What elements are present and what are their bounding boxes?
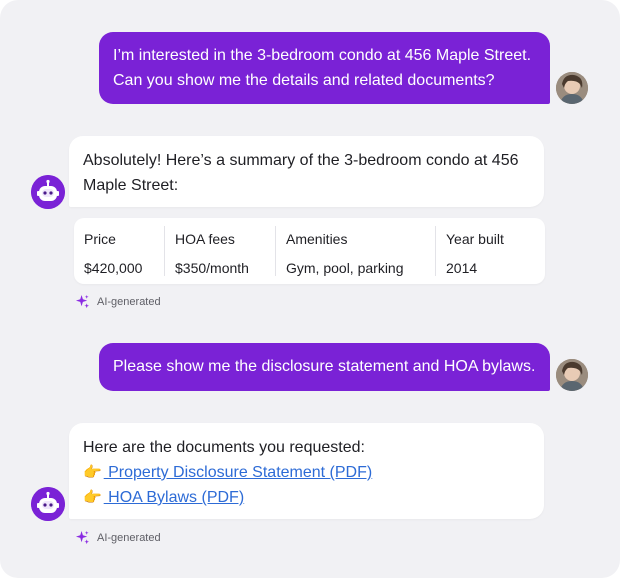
column-header: HOA fees <box>175 231 235 247</box>
bot-message-1-line-1: Absolutely! Here’s a summary of the 3-be… <box>83 152 519 169</box>
pointing-hand-icon: 👉 <box>83 464 102 481</box>
bot-avatar <box>31 487 65 521</box>
sparkle-icon <box>75 294 90 309</box>
sparkle-icon <box>75 530 90 545</box>
column-value: $350/month <box>175 260 249 276</box>
user-message-1-line-1: I’m interested in the 3-bedroom condo at… <box>113 47 532 64</box>
user-message-1: I’m interested in the 3-bedroom condo at… <box>99 32 550 104</box>
hoa-bylaws-link[interactable]: HOA Bylaws (PDF) <box>104 489 244 506</box>
ai-generated-text: AI-generated <box>97 295 161 308</box>
property-disclosure-link[interactable]: Property Disclosure Statement (PDF) <box>104 464 372 481</box>
ai-generated-text: AI-generated <box>97 531 161 544</box>
user-avatar <box>556 359 588 391</box>
pointing-hand-icon: 👉 <box>83 489 102 506</box>
column-header: Amenities <box>286 231 348 247</box>
robot-icon <box>31 487 65 521</box>
user-message-1-line-2: Can you show me the details and related … <box>113 72 495 89</box>
bot-avatar <box>31 175 65 209</box>
user-message-2: Please show me the disclosure statement … <box>99 343 550 391</box>
column-amenities: Amenities Gym, pool, parking <box>275 226 435 276</box>
document-link-row: 👉 HOA Bylaws (PDF) <box>83 485 530 510</box>
bot-message-1-line-2: Maple Street: <box>83 177 179 194</box>
column-header: Price <box>84 231 116 247</box>
column-value: Gym, pool, parking <box>286 260 404 276</box>
user-avatar <box>556 72 588 104</box>
robot-icon <box>31 175 65 209</box>
ai-generated-label-1: AI-generated <box>75 294 161 309</box>
bot-message-1: Absolutely! Here’s a summary of the 3-be… <box>69 136 544 207</box>
column-hoa-fees: HOA fees $350/month <box>164 226 275 276</box>
property-details-table: Price $420,000 HOA fees $350/month Ameni… <box>74 218 545 284</box>
column-price: Price $420,000 <box>74 226 164 276</box>
column-year-built: Year built 2014 <box>435 226 543 276</box>
document-link-row: 👉 Property Disclosure Statement (PDF) <box>83 460 530 485</box>
ai-generated-label-2: AI-generated <box>75 530 161 545</box>
bot-message-2: Here are the documents you requested: 👉 … <box>69 423 544 519</box>
column-value: 2014 <box>446 260 478 276</box>
bot-message-2-intro: Here are the documents you requested: <box>83 439 365 456</box>
user-message-2-text: Please show me the disclosure statement … <box>113 358 536 375</box>
column-header: Year built <box>446 231 504 247</box>
chat-panel: I’m interested in the 3-bedroom condo at… <box>0 0 620 578</box>
column-value: $420,000 <box>84 260 143 276</box>
